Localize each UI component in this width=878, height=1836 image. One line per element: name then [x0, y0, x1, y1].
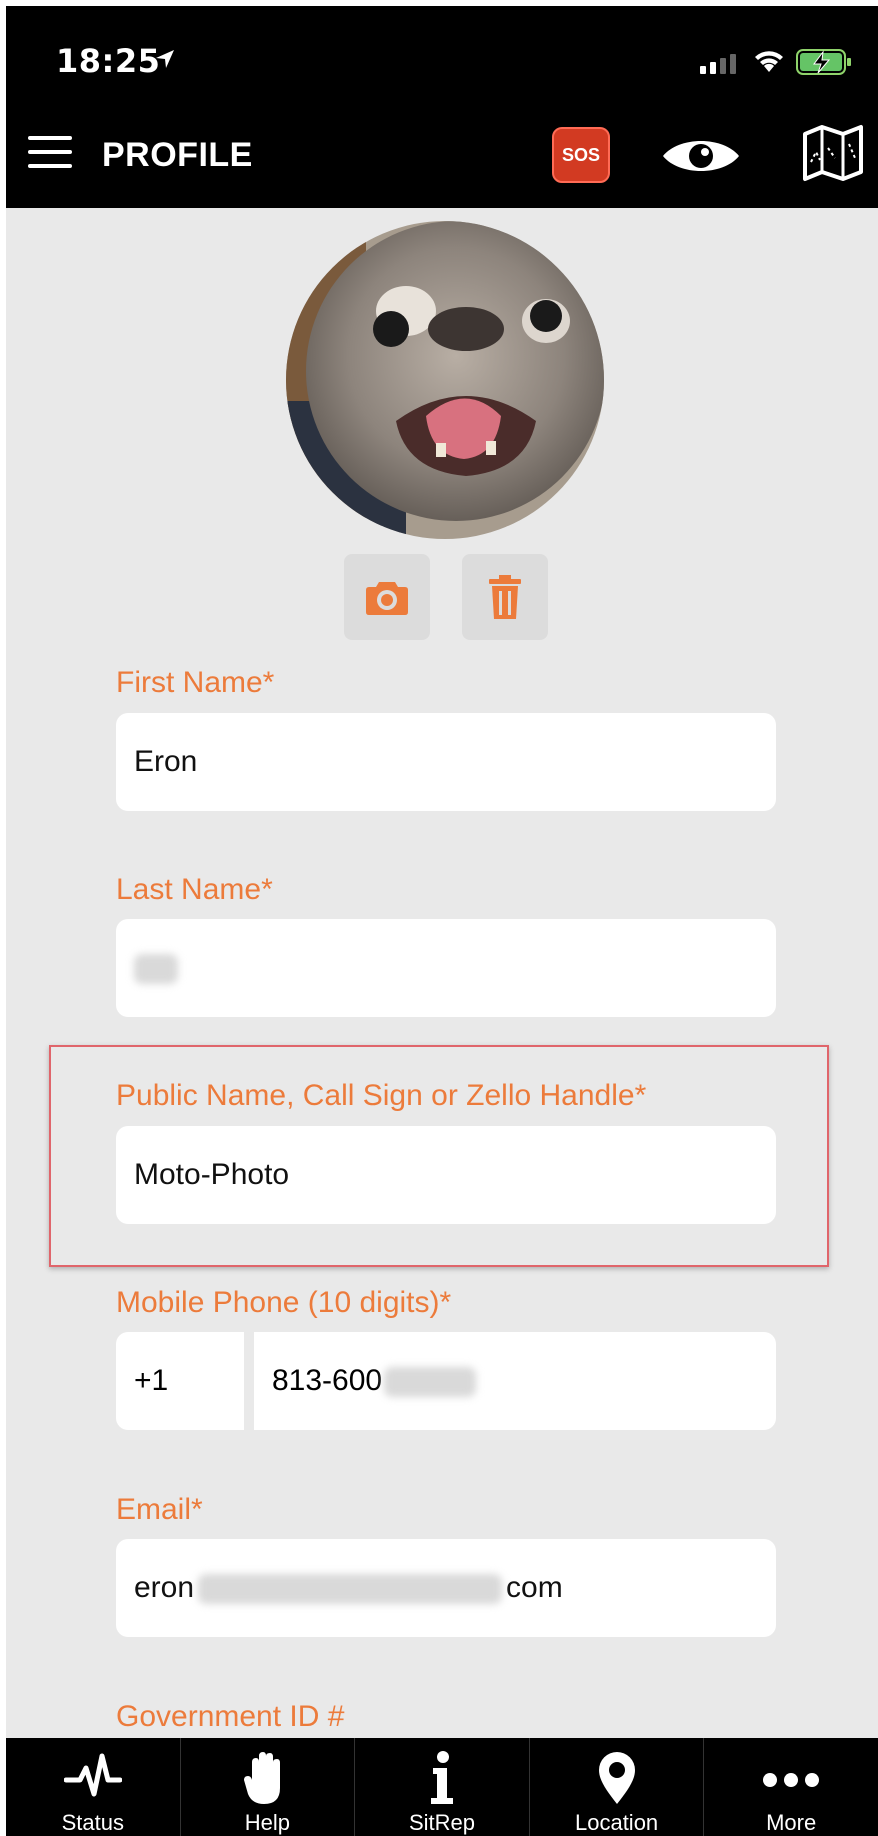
- tab-more-label: More: [766, 1810, 817, 1835]
- battery-charging-icon: [796, 49, 851, 75]
- last-name-label: Last Name*: [116, 873, 273, 906]
- status-bar: 18:25: [6, 6, 878, 112]
- public-name-input[interactable]: Moto-Photo: [116, 1126, 776, 1224]
- info-icon: [430, 1751, 453, 1804]
- phone-number-text: 813-600: [272, 1364, 383, 1397]
- last-name-input[interactable]: [116, 919, 776, 1017]
- tab-status[interactable]: Status: [6, 1738, 181, 1836]
- camera-icon: [366, 582, 408, 615]
- hand-icon: [244, 1752, 281, 1804]
- email-input[interactable]: eron com: [116, 1539, 776, 1637]
- tab-more[interactable]: More: [704, 1738, 878, 1836]
- cellular-signal-icon: [700, 54, 736, 74]
- first-name-input[interactable]: Eron: [116, 713, 776, 811]
- delete-photo-button[interactable]: [462, 554, 548, 640]
- tab-sitrep-label: SitRep: [408, 1810, 475, 1835]
- redacted-text: [134, 954, 178, 985]
- tab-sitrep[interactable]: SitRep: [355, 1738, 530, 1836]
- location-arrow-icon: [156, 50, 174, 68]
- redacted-text: [198, 1574, 503, 1605]
- tab-help-label: Help: [244, 1810, 291, 1835]
- email-prefix: eron: [134, 1571, 195, 1604]
- change-photo-button[interactable]: [344, 554, 430, 640]
- mobile-phone-label: Mobile Phone (10 digits)*: [116, 1286, 452, 1319]
- status-time: 18:25: [56, 42, 161, 80]
- eye-icon[interactable]: [661, 132, 741, 180]
- email-label: Email*: [116, 1493, 203, 1526]
- tab-location[interactable]: Location: [530, 1738, 705, 1836]
- hamburger-menu-icon[interactable]: [28, 136, 72, 172]
- wifi-icon: [755, 51, 783, 72]
- redacted-text: [384, 1367, 477, 1398]
- sos-button[interactable]: SOS: [552, 127, 610, 183]
- mobile-phone-input[interactable]: 813-600: [254, 1332, 776, 1430]
- first-name-label: First Name*: [116, 666, 275, 699]
- trash-icon: [489, 575, 521, 619]
- app-header: PROFILE SOS: [6, 102, 878, 208]
- profile-photo: [286, 221, 604, 539]
- government-id-label: Government ID #: [116, 1700, 345, 1733]
- app-screen: 18:25 PROFILE SOS First Name* Eron Last …: [6, 6, 878, 1836]
- email-suffix: com: [506, 1571, 563, 1604]
- tab-status-label: Status: [61, 1810, 124, 1835]
- tab-bar: Status Help SitRep Location More: [6, 1738, 878, 1836]
- map-pin-icon: [598, 1752, 635, 1804]
- map-icon[interactable]: [802, 124, 864, 182]
- heartbeat-icon: [63, 1753, 122, 1797]
- country-code-input[interactable]: +1: [116, 1332, 244, 1430]
- tab-help[interactable]: Help: [181, 1738, 356, 1836]
- page-title: PROFILE: [102, 136, 253, 174]
- ellipsis-icon: [763, 1773, 820, 1787]
- tab-location-label: Location: [574, 1810, 659, 1835]
- public-name-label: Public Name, Call Sign or Zello Handle*: [116, 1079, 647, 1112]
